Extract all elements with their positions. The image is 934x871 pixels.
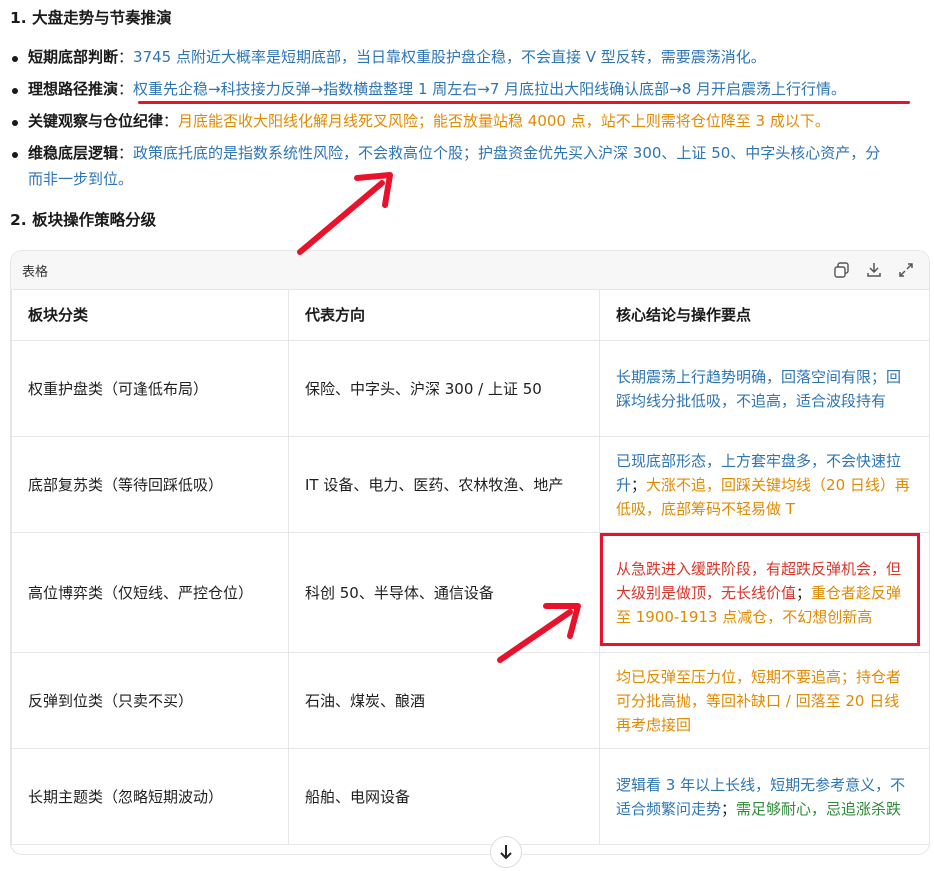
annotation-arrows [297,172,581,663]
arrow-to-redbox [497,603,581,663]
arrow-to-logic [297,172,393,255]
scroll-down-button[interactable] [490,836,522,868]
arrow-down-icon [500,845,512,860]
